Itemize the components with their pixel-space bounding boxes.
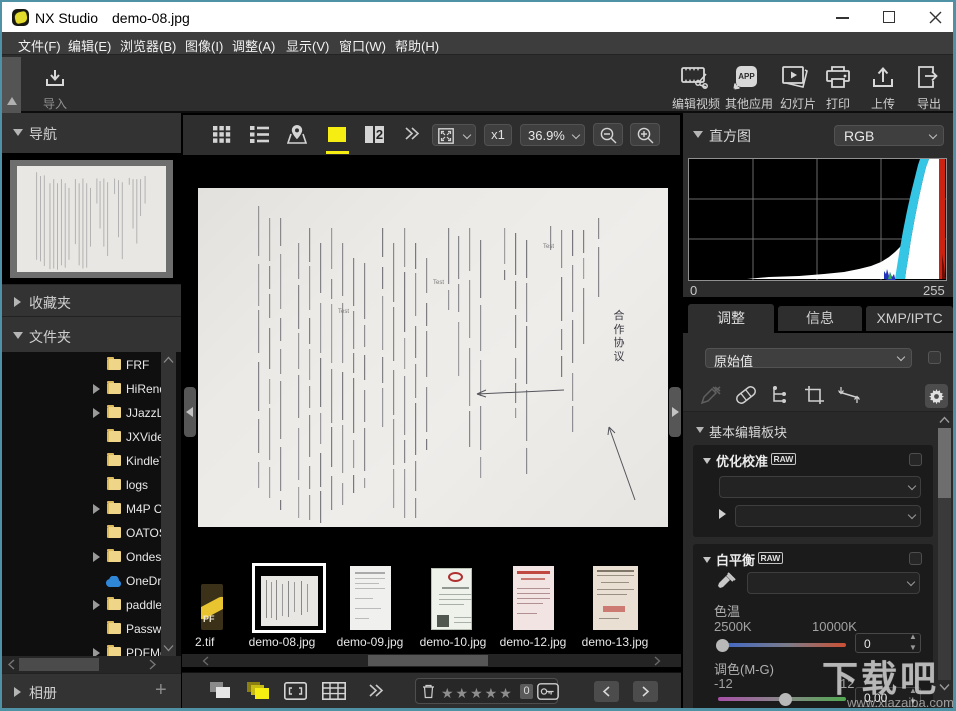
svg-text:Test: Test (338, 309, 349, 315)
svg-text:APP: APP (738, 72, 755, 81)
svg-text:Test: Test (433, 280, 444, 286)
svg-text:Test: Test (543, 244, 554, 250)
